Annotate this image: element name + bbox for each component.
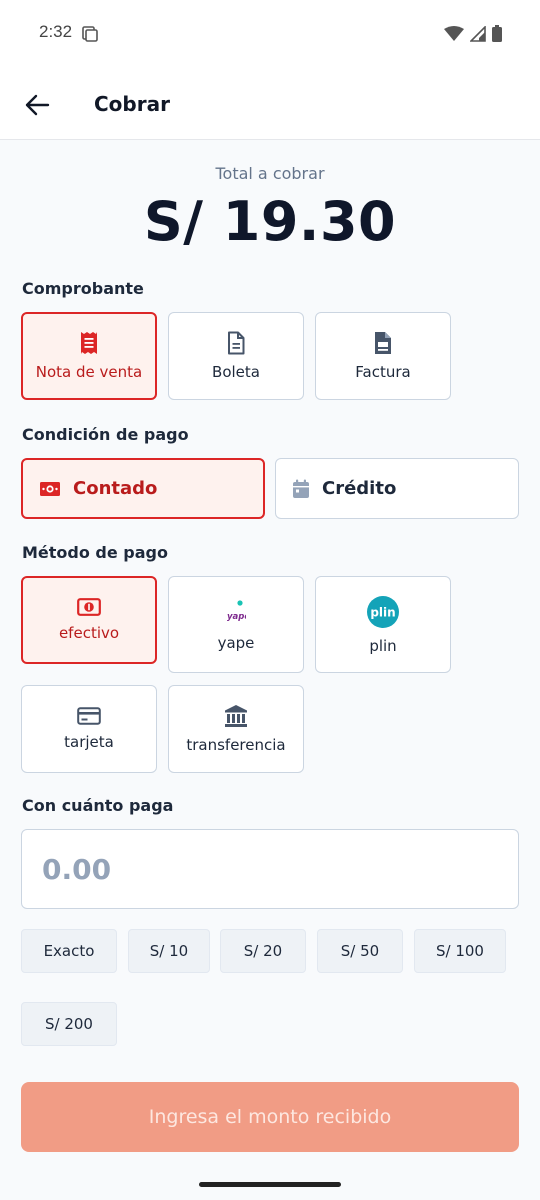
money-icon <box>77 598 101 616</box>
signal-icon <box>469 24 486 46</box>
system-icons <box>444 24 502 46</box>
comprobante-nota-de-venta[interactable]: Nota de venta <box>21 312 157 400</box>
document-icon <box>226 331 246 355</box>
comprobante-label-text: Factura <box>355 363 411 381</box>
svg-text:yape: yape <box>227 612 246 622</box>
comprobante-boleta[interactable]: Boleta <box>168 312 304 400</box>
quick-amount-10[interactable]: S/ 10 <box>128 929 210 973</box>
svg-text:plin: plin <box>370 605 395 619</box>
metodo-label-text: tarjeta <box>64 733 114 751</box>
metodo-label-text: plin <box>369 636 397 655</box>
condicion-credito[interactable]: Crédito <box>275 458 519 519</box>
comprobante-factura[interactable]: Factura <box>315 312 451 400</box>
metodo-yape[interactable]: yape yape <box>168 576 304 673</box>
comprobante-label-text: Nota de venta <box>35 363 143 381</box>
total-label: Total a cobrar <box>215 164 325 183</box>
metodo-label-text: efectivo <box>58 624 120 642</box>
comprobante-label-text: Boleta <box>212 363 260 381</box>
wifi-icon <box>444 25 464 46</box>
bank-icon <box>224 704 248 728</box>
page-title: Cobrar <box>94 92 170 116</box>
plin-logo-icon: plin <box>366 595 400 629</box>
notification-icon <box>82 26 98 46</box>
metodo-tarjeta[interactable]: tarjeta <box>21 685 157 773</box>
comprobante-label: Comprobante <box>22 279 144 298</box>
quick-amount-200[interactable]: S/ 200 <box>21 1002 117 1046</box>
quick-amount-50[interactable]: S/ 50 <box>317 929 403 973</box>
invoice-icon <box>373 331 393 355</box>
app-bar: Cobrar <box>0 68 540 140</box>
metodo-label-text: transferencia <box>186 736 286 754</box>
quick-amount-20[interactable]: S/ 20 <box>220 929 306 973</box>
amount-received-input[interactable] <box>21 829 519 909</box>
calendar-icon <box>292 479 310 499</box>
metodo-transferencia[interactable]: transferencia <box>168 685 304 773</box>
receipt-icon <box>79 331 99 355</box>
pago-label: Con cuánto paga <box>22 796 174 815</box>
total-amount: S/ 19.30 <box>143 190 397 253</box>
status-time: 2:32 <box>39 22 73 41</box>
battery-icon <box>492 25 502 46</box>
metodo-label-text: yape <box>217 633 255 652</box>
home-indicator[interactable] <box>199 1182 341 1187</box>
quick-amount-exacto[interactable]: Exacto <box>21 929 117 973</box>
metodo-efectivo[interactable]: efectivo <box>21 576 157 664</box>
condicion-label-text: Contado <box>73 478 158 499</box>
arrow-left-icon <box>24 94 50 116</box>
metodo-plin[interactable]: plin plin <box>315 576 451 673</box>
condicion-label: Condición de pago <box>22 425 189 444</box>
credit-card-icon <box>77 707 101 725</box>
condicion-label-text: Crédito <box>322 478 397 499</box>
back-button[interactable] <box>20 88 54 122</box>
status-bar: 2:32 <box>0 0 540 68</box>
yape-logo-icon: yape <box>226 598 246 626</box>
cash-icon <box>39 481 61 497</box>
condicion-contado[interactable]: Contado <box>21 458 265 519</box>
submit-button[interactable]: Ingresa el monto recibido <box>21 1082 519 1152</box>
metodo-label: Método de pago <box>22 543 168 562</box>
quick-amount-100[interactable]: S/ 100 <box>414 929 506 973</box>
